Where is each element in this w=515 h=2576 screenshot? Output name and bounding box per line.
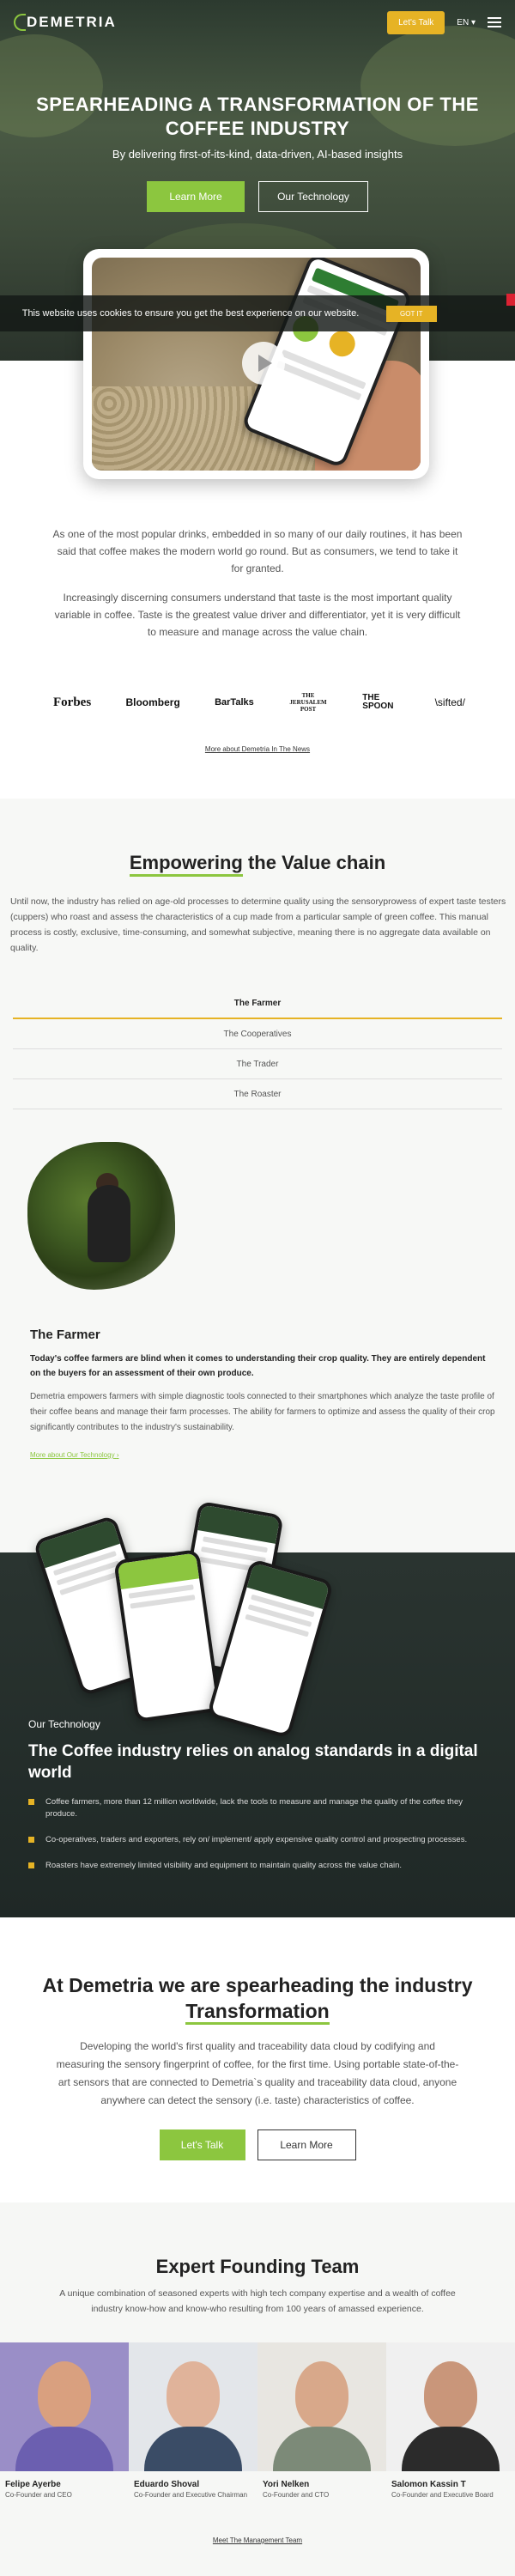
panel-title: The Farmer bbox=[30, 1327, 100, 1342]
team-member: Salomon Kassin T Co-Founder and Executiv… bbox=[386, 2480, 515, 2500]
member-role: Co-Founder and CTO bbox=[263, 2491, 330, 2499]
intro-paragraph: As one of the most popular drinks, embed… bbox=[52, 528, 463, 574]
tab-the-trader[interactable]: The Trader bbox=[13, 1049, 502, 1079]
hero-buttons: Learn More Our Technology bbox=[0, 181, 515, 212]
lets-talk-cta-button[interactable]: Let's Talk bbox=[159, 2129, 245, 2160]
cookie-banner: This website uses cookies to ensure you … bbox=[0, 295, 515, 331]
intro-text: As one of the most popular drinks, embed… bbox=[52, 526, 464, 653]
logo[interactable]: DEMETRIA bbox=[14, 14, 117, 31]
title-part: At bbox=[42, 1974, 70, 1996]
member-role: Co-Founder and Executive Board bbox=[391, 2491, 494, 2499]
team-photo-eduardo[interactable] bbox=[129, 2342, 258, 2471]
team-photo-yori[interactable] bbox=[258, 2342, 386, 2471]
side-feedback-tab[interactable] bbox=[506, 294, 515, 306]
hero-title-line: COFFEE INDUSTRY bbox=[165, 118, 350, 139]
press-logo-jerusalem-post[interactable]: THE JERUSALEM POST bbox=[288, 692, 328, 713]
our-technology-button[interactable]: Our Technology bbox=[258, 181, 368, 212]
team-member: Felipe Ayerbe Co-Founder and CEO bbox=[0, 2480, 129, 2500]
empowering-description: Until now, the industry has relied on ag… bbox=[10, 896, 506, 953]
panel-text: Demetria empowers farmers with simple di… bbox=[30, 1392, 495, 1432]
member-role: Co-Founder and CEO bbox=[5, 2491, 72, 2499]
tab-the-farmer[interactable]: The Farmer bbox=[13, 989, 502, 1019]
hero-title-line: SPEARHEADING A TRANSFORMATION OF THE bbox=[36, 94, 479, 115]
technology-point: Roasters have extremely limited visibili… bbox=[28, 1860, 496, 1872]
team-photos bbox=[0, 2342, 515, 2471]
title-part: we are spearheading the industry bbox=[153, 1974, 473, 1996]
team-names: Felipe Ayerbe Co-Founder and CEO Eduardo… bbox=[0, 2480, 515, 2500]
cookie-accept-button[interactable]: GOT IT bbox=[386, 305, 437, 322]
team-photo-salomon[interactable] bbox=[386, 2342, 515, 2471]
technology-title: The Coffee industry relies on analog sta… bbox=[28, 1742, 478, 1782]
panel-lead: Today's coffee farmers are blind when it… bbox=[30, 1354, 486, 1378]
tab-the-cooperatives[interactable]: The Cooperatives bbox=[13, 1019, 502, 1049]
transformation-text: Developing the world's first quality and… bbox=[56, 2040, 459, 2106]
news-link[interactable]: More about Demetria In The News bbox=[0, 745, 515, 753]
member-name: Eduardo Shoval bbox=[134, 2480, 200, 2489]
team-title: Expert Founding Team bbox=[155, 2256, 360, 2277]
title-emphasis: Transformation bbox=[185, 2000, 330, 2025]
team-photo-felipe[interactable] bbox=[0, 2342, 129, 2471]
team-member: Eduardo Shoval Co-Founder and Executive … bbox=[129, 2480, 258, 2500]
learn-more-button[interactable]: Learn More bbox=[147, 181, 245, 212]
hero-subtitle: By delivering first-of-its-kind, data-dr… bbox=[112, 148, 403, 161]
press-logo-forbes[interactable]: Forbes bbox=[53, 696, 91, 710]
press-logo-bloomberg[interactable]: Bloomberg bbox=[125, 696, 179, 708]
lets-talk-button[interactable]: Let's Talk bbox=[387, 10, 445, 34]
technology-link-label: More about Our Technology bbox=[30, 1451, 115, 1459]
empowering-title: Empowering the Value chain bbox=[0, 852, 515, 877]
technology-point: Coffee farmers, more than 12 million wor… bbox=[28, 1796, 496, 1820]
cookie-text: This website uses cookies to ensure you … bbox=[21, 308, 360, 319]
press-logo-sifted[interactable]: \sifted/ bbox=[435, 696, 465, 708]
team-member: Yori Nelken Co-Founder and CTO bbox=[258, 2480, 386, 2500]
press-logo-the-spoon[interactable]: THE SPOON bbox=[362, 694, 400, 711]
empowering-title-em: Empowering bbox=[129, 852, 243, 877]
app-phones-image bbox=[33, 1500, 335, 1740]
logo-mark-icon bbox=[14, 14, 26, 31]
intro-paragraph: Increasingly discerning consumers unders… bbox=[54, 592, 461, 638]
video-thumbnail bbox=[92, 258, 421, 471]
press-logo-bartalks[interactable]: BarTalks bbox=[215, 697, 254, 708]
technology-kicker: Our Technology bbox=[28, 1718, 100, 1730]
chevron-right-icon: › bbox=[116, 1451, 119, 1459]
transformation-title: At Demetria we are spearheading the indu… bbox=[0, 1972, 515, 2025]
top-navigation: DEMETRIA Let's Talk EN ▾ bbox=[0, 0, 515, 45]
video-card[interactable] bbox=[83, 249, 429, 479]
technology-link[interactable]: More about Our Technology › bbox=[30, 1451, 118, 1459]
tab-the-roaster[interactable]: The Roaster bbox=[13, 1079, 502, 1109]
press-logos: Forbes Bloomberg BarTalks THE JERUSALEM … bbox=[53, 692, 465, 713]
hero-title: SPEARHEADING A TRANSFORMATION OF THE COF… bbox=[0, 93, 515, 141]
management-team-link[interactable]: Meet The Management Team bbox=[0, 2537, 515, 2544]
value-chain-tabs: The Farmer The Cooperatives The Trader T… bbox=[13, 989, 502, 1109]
member-name: Yori Nelken bbox=[263, 2480, 310, 2489]
technology-point: Co-operatives, traders and exporters, re… bbox=[28, 1834, 496, 1846]
logo-text: DEMETRIA bbox=[27, 14, 117, 30]
title-brand: Demetria bbox=[69, 1974, 154, 1996]
member-name: Salomon Kassin T bbox=[391, 2480, 466, 2489]
page: DEMETRIA Let's Talk EN ▾ SPEARHEADING A … bbox=[0, 0, 515, 2576]
team-description: A unique combination of seasoned experts… bbox=[59, 2288, 456, 2314]
empowering-title-rest: the Value chain bbox=[242, 852, 386, 873]
learn-more-cta-button[interactable]: Learn More bbox=[257, 2129, 356, 2160]
menu-icon[interactable] bbox=[488, 15, 501, 30]
technology-points: Coffee farmers, more than 12 million wor… bbox=[28, 1796, 496, 1886]
language-selector[interactable]: EN ▾ bbox=[457, 18, 476, 27]
farmer-image bbox=[27, 1142, 175, 1290]
member-role: Co-Founder and Executive Chairman bbox=[134, 2491, 248, 2499]
transformation-buttons: Let's Talk Learn More bbox=[0, 2129, 515, 2160]
member-name: Felipe Ayerbe bbox=[5, 2480, 61, 2489]
play-icon[interactable] bbox=[242, 342, 285, 385]
